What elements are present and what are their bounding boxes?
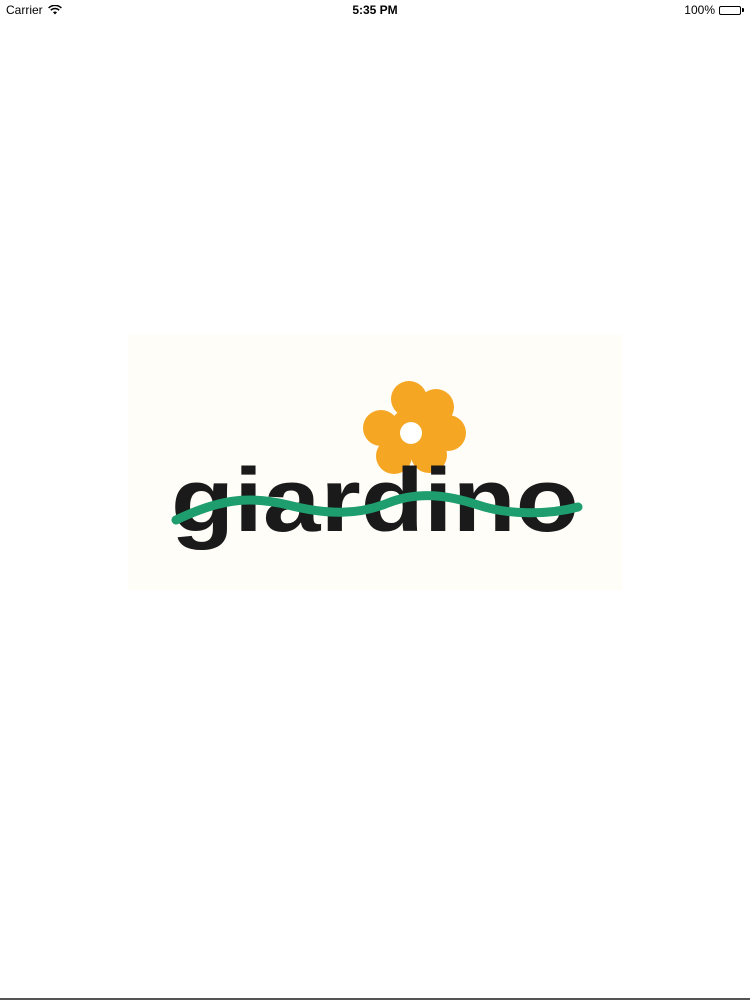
status-time: 5:35 PM — [352, 3, 398, 17]
giardino-logo: giardino — [128, 335, 622, 590]
status-bar: Carrier 5:35 PM 100% — [0, 0, 750, 20]
battery-percent: 100% — [684, 3, 715, 17]
status-right: 100% — [684, 3, 744, 17]
splash-screen: Carrier 5:35 PM 100% giardino — [0, 0, 750, 1000]
battery-icon — [719, 5, 744, 15]
